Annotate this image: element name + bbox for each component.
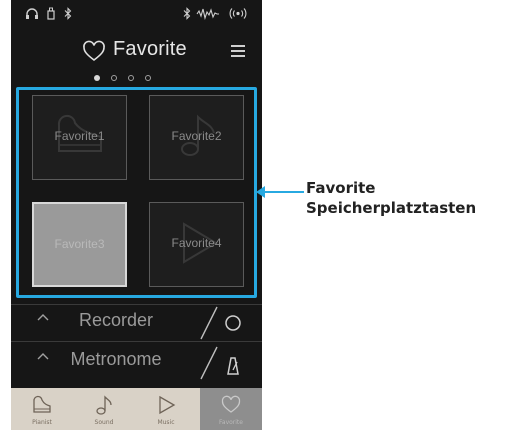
play-icon xyxy=(159,395,176,415)
callout-label: Favorite Speicherplatztasten xyxy=(306,178,476,218)
nav-label: Music xyxy=(157,419,175,426)
nav-label: Sound xyxy=(94,419,114,426)
nav-music[interactable]: Music xyxy=(135,388,197,430)
page-dot-3[interactable] xyxy=(128,75,134,81)
bluetooth-icon xyxy=(64,7,72,24)
page-indicator xyxy=(94,75,194,85)
callout-line xyxy=(262,191,304,193)
record-icon[interactable] xyxy=(223,313,243,333)
note-icon xyxy=(96,395,112,415)
metronome-label: Metronome xyxy=(70,349,162,369)
callout-line-1: Favorite xyxy=(306,179,376,197)
page-dot-2[interactable] xyxy=(111,75,117,81)
usb-icon xyxy=(46,7,56,24)
metronome-panel[interactable]: Metronome xyxy=(11,342,262,380)
callout-arrow xyxy=(256,186,265,198)
title-bar: Favorite xyxy=(11,38,262,76)
headphones-icon xyxy=(25,7,39,24)
heart-icon xyxy=(81,39,107,65)
nav-label: Favorite xyxy=(219,419,243,426)
divider-slash xyxy=(200,346,218,380)
status-bar xyxy=(11,0,262,28)
piano-icon xyxy=(33,395,51,413)
heart-icon xyxy=(221,395,241,413)
nav-favorite[interactable]: Favorite xyxy=(200,388,262,430)
recorder-label: Recorder xyxy=(78,310,154,330)
recorder-panel[interactable]: Recorder xyxy=(11,305,262,341)
list-menu-icon[interactable] xyxy=(231,45,245,59)
page-dot-4[interactable] xyxy=(145,75,151,81)
nav-sound[interactable]: Sound xyxy=(73,388,135,430)
callout-line-2: Speicherplatztasten xyxy=(306,199,477,217)
nav-label: Pianist xyxy=(32,419,52,426)
sound-wave-icon xyxy=(196,7,220,24)
bluetooth-audio-icon xyxy=(183,7,191,24)
page-dot-1[interactable] xyxy=(94,75,100,81)
bottom-nav: Pianist Sound Music Favorite xyxy=(11,388,262,430)
favorite-grid-highlight xyxy=(16,87,257,298)
metronome-icon[interactable] xyxy=(223,356,243,376)
nav-pianist[interactable]: Pianist xyxy=(11,388,73,430)
divider-slash xyxy=(200,306,218,340)
page-title: Favorite xyxy=(113,38,187,60)
wireless-icon xyxy=(229,7,247,24)
